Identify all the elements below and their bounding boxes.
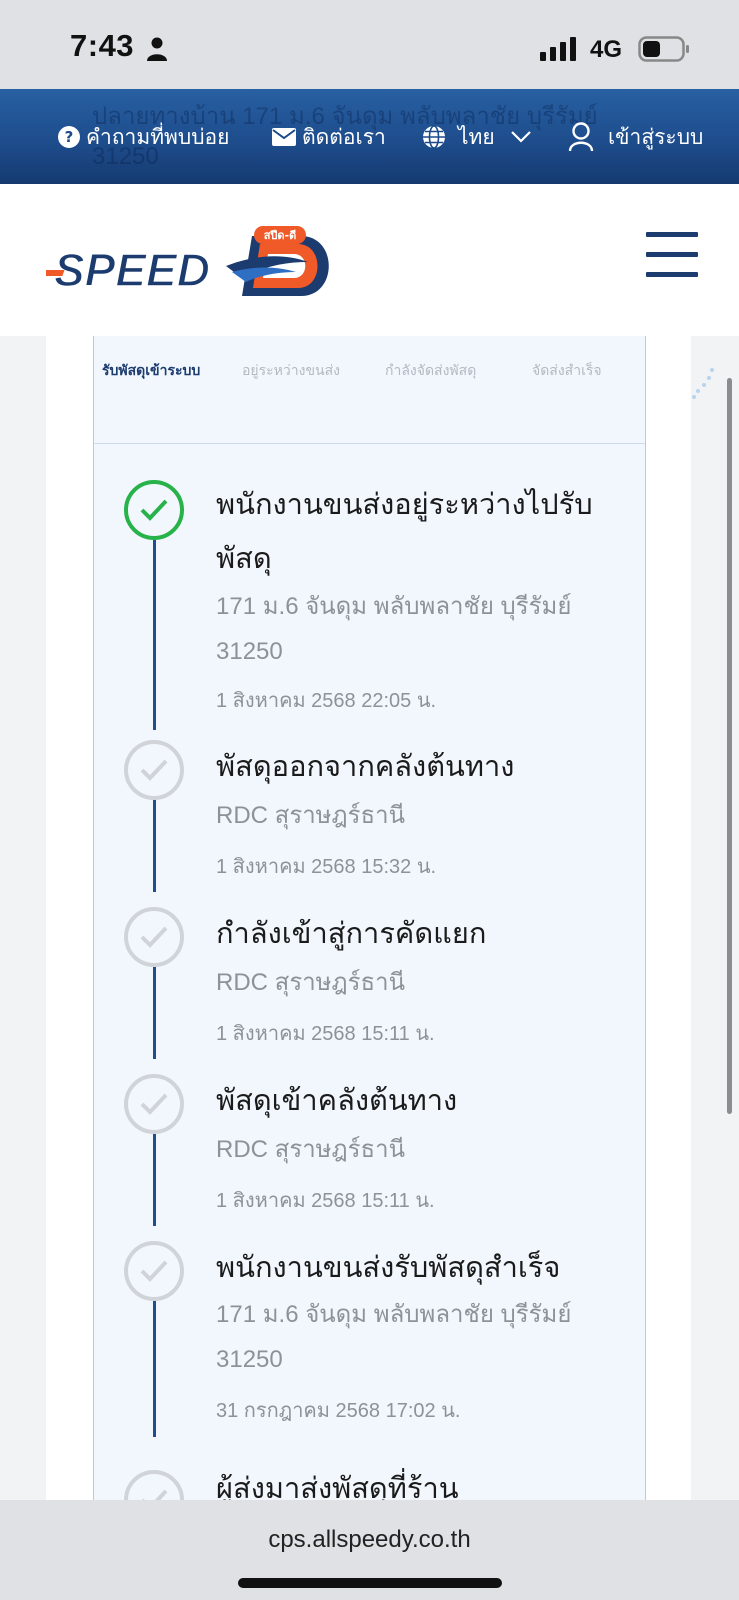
timeline-title: พนักงานขนส่งรับพัสดุสำเร็จ: [216, 1252, 561, 1284]
step-delivered: จัดส่งสำเร็จ: [532, 362, 602, 378]
language-label: ไทย: [458, 125, 495, 149]
timeline-connector: [153, 540, 156, 730]
timeline-time: 1 สิงหาคม 2568 15:11 น.: [216, 1023, 435, 1045]
site-header: สปีด-ดี SPEED: [0, 184, 739, 336]
logo-badge-text: สปีด-ดี: [264, 229, 297, 242]
battery-icon: [638, 36, 689, 62]
check-circle-icon: [124, 480, 184, 540]
loading-dots-icon: [692, 368, 714, 399]
contact-link[interactable]: ติดต่อเรา: [272, 119, 386, 155]
question-circle-icon: ?: [58, 126, 80, 148]
timeline-location: RDC สุราษฎร์ธานี: [216, 969, 406, 996]
timeline-location: RDC สุราษฎร์ธานี: [216, 802, 406, 829]
tracking-card: รับพัสดุเข้าระบบ อยู่ระหว่างขนส่ง กำลังจ…: [93, 336, 646, 1500]
network-type: 4G: [590, 36, 623, 63]
step-out-for-delivery: กำลังจัดส่งพัสดุ: [385, 362, 477, 378]
timeline-connector: [153, 967, 156, 1059]
progress-steps: รับพัสดุเข้าระบบ อยู่ระหว่างขนส่ง กำลังจ…: [94, 336, 645, 444]
timeline-title: กำลังเข้าสู่การคัดแยก: [216, 918, 487, 950]
status-time: 7:43: [70, 28, 135, 63]
cellular-signal-icon: [540, 37, 576, 61]
timeline-title: พัสดุออกจากคลังต้นทาง: [216, 751, 515, 783]
timeline-time: 1 สิงหาคม 2568 22:05 น.: [216, 690, 437, 712]
check-circle-icon: [124, 907, 184, 967]
page-scrollbar[interactable]: [727, 378, 732, 1114]
timeline-location: RDC สุราษฎร์ธานี: [216, 1136, 406, 1163]
status-bar: 7:43 4G: [0, 0, 739, 89]
check-circle-icon: [124, 1074, 184, 1134]
home-indicator[interactable]: [238, 1578, 502, 1588]
timeline-connector: [153, 800, 156, 892]
login-label: เข้าสู่ระบบ: [608, 125, 704, 149]
timeline-time: 31 กรกฎาคม 2568 17:02 น.: [216, 1400, 461, 1422]
timeline-connector: [153, 1134, 156, 1226]
faq-link[interactable]: ? คำถามที่พบบ่อย: [58, 119, 229, 155]
speed-d-logo[interactable]: สปีด-ดี SPEED: [46, 222, 336, 300]
check-circle-icon: [124, 740, 184, 800]
person-icon: [147, 37, 167, 61]
timeline-connector: [153, 1301, 156, 1437]
check-circle-icon: [124, 1241, 184, 1301]
step-received: รับพัสดุเข้าระบบ: [102, 362, 201, 378]
top-nav: ปลายทางบ้าน 171 ม.6 จันดุม พลับพลาชัย บุ…: [0, 89, 739, 184]
globe-icon: [423, 125, 445, 149]
chevron-down-icon: [510, 131, 531, 143]
svg-text:?: ?: [65, 128, 74, 146]
browser-url-bar: cps.allspeedy.co.th: [0, 1500, 739, 1600]
timeline-location: 171 ม.6 จันดุม พลับพลาชัย บุรีรัมย์ 3125…: [216, 593, 572, 665]
timeline-location: 171 ม.6 จันดุม พลับพลาชัย บุรีรัมย์ 3125…: [216, 1301, 572, 1373]
timeline-title: ผู้ส่งมาส่งพัสดุที่ร้าน: [216, 1473, 459, 1500]
logo-text: SPEED: [54, 244, 210, 296]
envelope-icon: [272, 128, 296, 146]
user-icon: [568, 122, 594, 152]
check-circle-icon: [124, 1470, 184, 1500]
timeline-time: 1 สิงหาคม 2568 15:11 น.: [216, 1190, 435, 1212]
contact-label: ติดต่อเรา: [302, 125, 386, 149]
language-selector[interactable]: ไทย: [422, 119, 537, 155]
timeline-title: พัสดุเข้าคลังต้นทาง: [216, 1085, 458, 1117]
faq-label: คำถามที่พบบ่อย: [86, 125, 230, 149]
hamburger-menu-icon[interactable]: [646, 232, 698, 277]
login-link[interactable]: เข้าสู่ระบบ: [568, 119, 703, 155]
url-text[interactable]: cps.allspeedy.co.th: [0, 1526, 739, 1554]
step-in-transit: อยู่ระหว่างขนส่ง: [242, 362, 340, 378]
timeline-time: 1 สิงหาคม 2568 15:32 น.: [216, 856, 437, 878]
timeline-title: พนักงานขนส่งอยู่ระหว่างไปรับพัสดุ: [216, 489, 593, 575]
